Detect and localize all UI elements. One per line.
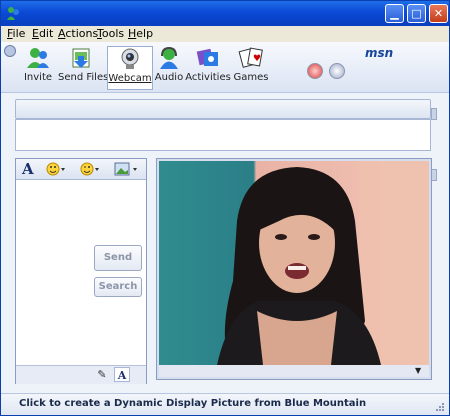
menu-help[interactable]: Help: [128, 27, 153, 40]
msn-app-icon[interactable]: [5, 5, 21, 21]
invite-icon: [27, 48, 49, 68]
status-bar[interactable]: Click to create a Dynamic Display Pictur…: [1, 393, 449, 415]
webcam-icon: [121, 48, 139, 69]
title-bar[interactable]: ▁ □ ✕: [1, 1, 449, 26]
message-input-panel[interactable]: A Send Search ✎ A: [15, 158, 147, 384]
conversation-window: ▁ □ ✕ File Edit Actions Tools Help Invit…: [0, 0, 450, 416]
formatting-toolbar: A: [16, 159, 146, 180]
menu-tools-rest: ools: [101, 27, 125, 40]
activities-icon: [196, 48, 218, 66]
emoticon-icon[interactable]: [46, 161, 68, 177]
webcam-video-panel[interactable]: ▼: [156, 158, 432, 380]
toolbar: Invite Send Files Webcam Audio Activitie…: [1, 42, 449, 93]
menu-help-rest: elp: [136, 27, 154, 40]
menu-bar: File Edit Actions Tools Help: [1, 26, 449, 43]
search-button[interactable]: Search: [94, 277, 142, 297]
svg-text:♥: ♥: [253, 54, 261, 64]
font-button[interactable]: A: [22, 161, 34, 177]
menu-file-rest: ile: [12, 27, 26, 40]
toolbar-send-files-label: Send Files: [58, 72, 109, 83]
menu-tools[interactable]: Tools: [97, 27, 124, 40]
games-icon: ♥: [238, 47, 263, 68]
send-button[interactable]: Send: [94, 245, 142, 271]
toolbar-games[interactable]: ♥ Games: [228, 46, 274, 90]
toolbar-invite-label: Invite: [23, 72, 53, 83]
toolbar-activities-label: Activities: [185, 72, 231, 83]
audio-icon: [160, 46, 178, 69]
close-button[interactable]: ✕: [429, 4, 448, 23]
menu-edit[interactable]: Edit: [32, 27, 53, 40]
msn-logo: msn: [365, 46, 394, 60]
change-background-icon[interactable]: [329, 63, 345, 79]
wink-icon[interactable]: [80, 161, 102, 177]
toolbar-games-label: Games: [233, 72, 269, 83]
resize-grip-icon[interactable]: [435, 402, 445, 412]
contact-info-bar: [15, 99, 431, 119]
text-tab[interactable]: A: [114, 367, 130, 382]
expand-right-icon[interactable]: [431, 108, 437, 120]
maximize-button[interactable]: □: [407, 4, 426, 23]
menu-edit-accel: E: [32, 27, 39, 40]
background-image-icon[interactable]: [114, 161, 140, 177]
send-files-icon: [72, 48, 90, 68]
toolbar-send-files[interactable]: Send Files: [58, 46, 109, 90]
handwriting-tab[interactable]: ✎: [94, 367, 110, 382]
toolbar-invite[interactable]: Invite: [15, 46, 61, 90]
block-contact-icon[interactable]: [307, 63, 323, 79]
menu-actions[interactable]: Actions: [58, 27, 98, 40]
menu-edit-rest: dit: [38, 27, 54, 40]
webcam-video-frame: [159, 161, 429, 365]
menu-actions-rest: ctions: [65, 27, 99, 40]
video-options-dropdown-icon[interactable]: ▼: [415, 366, 421, 375]
input-mode-tabs: ✎ A: [16, 365, 146, 384]
video-options-bar: [159, 365, 429, 377]
minimize-button[interactable]: ▁: [385, 4, 404, 23]
status-text[interactable]: Click to create a Dynamic Display Pictur…: [19, 398, 366, 409]
toolbar-activities[interactable]: Activities: [185, 46, 231, 90]
menu-file[interactable]: File: [7, 27, 25, 40]
conversation-history[interactable]: [15, 119, 431, 151]
webcam-video-image: [159, 161, 429, 365]
